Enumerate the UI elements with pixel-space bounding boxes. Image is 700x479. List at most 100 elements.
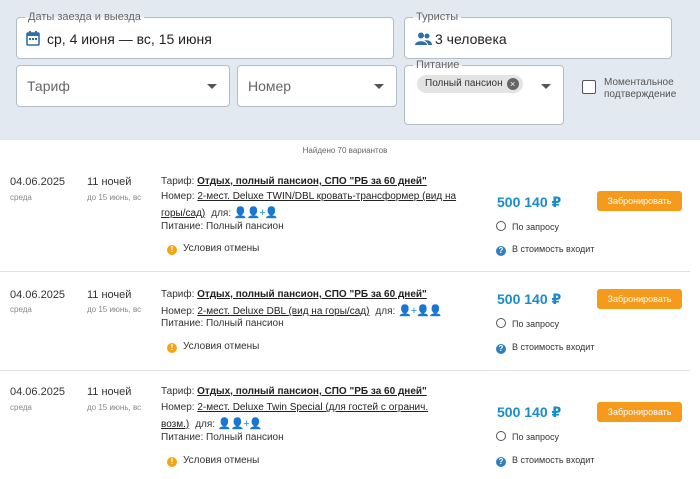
meal-legend: Питание	[413, 59, 463, 72]
tariff-link[interactable]: Отдых, полный пансион, СПО "РБ за 60 дне…	[197, 289, 427, 300]
offer-row: 04.06.2025 среда 11 ночей до 15 июнь, вс…	[0, 160, 690, 272]
room-label: Номер:	[161, 306, 195, 317]
for-label: для:	[375, 306, 396, 317]
clock-icon	[496, 431, 506, 441]
room-label: Номер:	[161, 402, 195, 413]
room-link-cont[interactable]: горы/сад)	[161, 208, 205, 219]
cancel-terms-label: Условия отмены	[183, 455, 260, 466]
close-icon[interactable]: ×	[506, 78, 519, 90]
room-line: Номер: 2-мест. Deluxe DBL (вид на горы/с…	[161, 304, 443, 317]
meal-select[interactable]: Питание Полный пансион ×	[404, 59, 564, 125]
offer-till: до 15 июнь, вс	[87, 193, 142, 202]
included-link[interactable]: ? В стоимость входит	[496, 244, 594, 256]
room-line: Номер: 2-мест. Deluxe Twin Special (для …	[161, 402, 428, 413]
tariff-select[interactable]: Тариф	[16, 65, 230, 107]
offer-price: 500 140 ₽	[497, 291, 562, 307]
book-button[interactable]: Забронировать	[597, 191, 682, 211]
question-icon: ?	[496, 246, 506, 256]
offer-date: 04.06.2025	[10, 386, 66, 398]
room-line-2: горы/сад) для: 👤👤+👤	[161, 206, 278, 219]
offer-weekday: среда	[10, 193, 32, 202]
clock-icon	[496, 221, 506, 231]
for-label: для:	[211, 208, 232, 219]
cancel-terms-link[interactable]: ! Условия отмены	[167, 455, 259, 467]
search-filters-panel: Даты заезда и выезда ср, 4 июня — вс, 15…	[0, 0, 700, 140]
info-icon: !	[167, 457, 177, 467]
offer-date: 04.06.2025	[10, 176, 66, 188]
tariff-link[interactable]: Отдых, полный пансион, СПО "РБ за 60 дне…	[197, 386, 427, 397]
people-icon	[415, 32, 432, 45]
room-label: Номер:	[161, 191, 195, 202]
included-label: В стоимость входит	[512, 342, 595, 352]
meal-chip-label: Полный пансион	[425, 78, 503, 89]
on-request-label: По запросу	[512, 432, 559, 442]
tariff-link[interactable]: Отдых, полный пансион, СПО "РБ за 60 дне…	[197, 176, 427, 187]
offer-date: 04.06.2025	[10, 289, 66, 301]
room-line: Номер: 2-мест. Deluxe TWIN/DBL кровать-т…	[161, 191, 456, 202]
meal-line: Питание: Полный пансион	[161, 221, 284, 232]
chevron-down-icon	[207, 84, 217, 89]
included-link[interactable]: ? В стоимость входит	[496, 455, 594, 467]
cancel-terms-label: Условия отмены	[183, 243, 260, 254]
instant-confirm-label: Моментальное подтверждение	[604, 77, 677, 100]
offer-row: 04.06.2025 среда 11 ночей до 15 июнь, вс…	[0, 273, 690, 371]
cancel-terms-label: Условия отмены	[183, 341, 260, 352]
meal-line: Питание: Полный пансион	[161, 432, 284, 443]
chevron-down-icon	[374, 84, 384, 89]
for-label: для:	[195, 419, 216, 430]
tourists-legend: Туристы	[413, 11, 462, 24]
tariff-line: Тариф: Отдых, полный пансион, СПО "РБ за…	[161, 176, 427, 187]
book-button[interactable]: Забронировать	[597, 289, 682, 309]
offer-weekday: среда	[10, 403, 32, 412]
room-link[interactable]: 2-мест. Deluxe DBL (вид на горы/сад)	[197, 306, 369, 317]
tariff-label: Тариф:	[161, 176, 195, 187]
cancel-terms-link[interactable]: ! Условия отмены	[167, 243, 259, 255]
offer-till: до 15 июнь, вс	[87, 305, 142, 314]
question-icon: ?	[496, 344, 506, 354]
on-request-status: По запросу	[496, 221, 559, 232]
offer-weekday: среда	[10, 305, 32, 314]
room-select[interactable]: Номер	[237, 65, 397, 107]
info-icon: !	[167, 343, 177, 353]
book-button[interactable]: Забронировать	[597, 402, 682, 422]
dates-field[interactable]: Даты заезда и выезда ср, 4 июня — вс, 15…	[16, 11, 394, 59]
persons-icon: 👤👤+👤	[217, 418, 263, 430]
tourists-value: 3 человека	[435, 31, 507, 47]
tariff-label: Тариф:	[161, 289, 195, 300]
tariff-label: Тариф:	[161, 386, 195, 397]
offer-row: 04.06.2025 среда 11 ночей до 15 июнь, вс…	[0, 371, 690, 479]
included-label: В стоимость входит	[512, 244, 595, 254]
offer-price: 500 140 ₽	[497, 194, 562, 210]
on-request-status: По запросу	[496, 431, 559, 442]
room-line-2: возм.) для: 👤👤+👤	[161, 417, 263, 430]
on-request-label: По запросу	[512, 319, 559, 329]
offer-nights: 11 ночей	[87, 386, 132, 398]
on-request-label: По запросу	[512, 222, 559, 232]
question-icon: ?	[496, 457, 506, 467]
dates-value: ср, 4 июня — вс, 15 июня	[47, 31, 212, 47]
chevron-down-icon	[541, 84, 551, 89]
instant-confirm-checkbox[interactable]	[582, 80, 596, 94]
row-divider	[0, 271, 690, 272]
tariff-line: Тариф: Отдых, полный пансион, СПО "РБ за…	[161, 386, 427, 397]
meal-chip[interactable]: Полный пансион ×	[417, 75, 523, 93]
room-link[interactable]: 2-мест. Deluxe TWIN/DBL кровать-трансфор…	[197, 191, 456, 202]
room-placeholder: Номер	[248, 78, 292, 94]
room-link-cont[interactable]: возм.)	[161, 419, 189, 430]
offer-nights: 11 ночей	[87, 176, 132, 188]
cancel-terms-link[interactable]: ! Условия отмены	[167, 341, 259, 353]
tourists-field[interactable]: Туристы 3 человека	[404, 11, 672, 59]
offer-till: до 15 июнь, вс	[87, 403, 142, 412]
dates-legend: Даты заезда и выезда	[25, 11, 144, 24]
offer-price: 500 140 ₽	[497, 404, 562, 420]
info-icon: !	[167, 245, 177, 255]
included-label: В стоимость входит	[512, 455, 595, 465]
included-link[interactable]: ? В стоимость входит	[496, 342, 594, 354]
results-count: Найдено 70 вариантов	[302, 146, 388, 155]
tariff-placeholder: Тариф	[27, 78, 70, 94]
offer-nights: 11 ночей	[87, 289, 132, 301]
tariff-line: Тариф: Отдых, полный пансион, СПО "РБ за…	[161, 289, 427, 300]
persons-icon: 👤+👤👤	[398, 305, 443, 317]
room-link[interactable]: 2-мест. Deluxe Twin Special (для гостей …	[197, 402, 428, 413]
meal-line: Питание: Полный пансион	[161, 318, 284, 329]
